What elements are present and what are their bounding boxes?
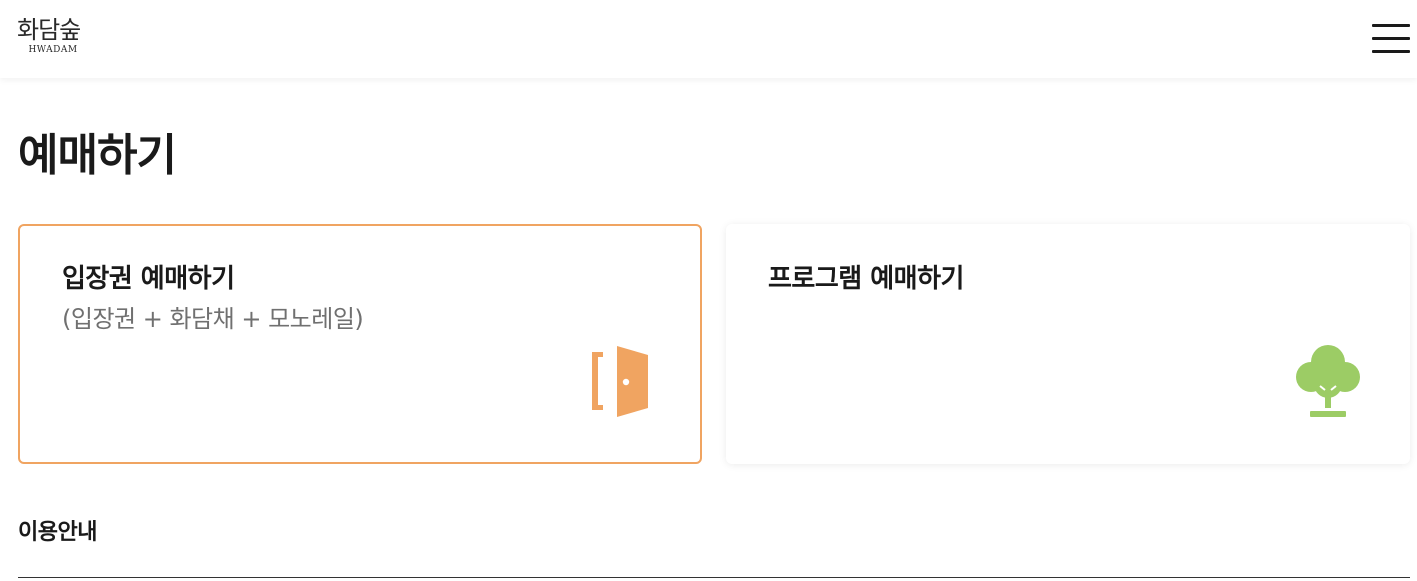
page-title: 예매하기 (18, 130, 177, 181)
program-booking-title: 프로그램 예매하기 (768, 264, 964, 294)
ticket-booking-title: 입장권 예매하기 (62, 264, 235, 294)
usage-info-title: 이용안내 (18, 520, 97, 545)
program-booking-card[interactable]: 프로그램 예매하기 (726, 224, 1410, 464)
logo-subtext: HWADAM (28, 45, 78, 55)
menu-line (1372, 50, 1410, 53)
logo-text: 화담숲 (17, 16, 81, 44)
menu-line (1372, 24, 1410, 27)
hamburger-menu-icon[interactable] (1372, 22, 1410, 56)
logo[interactable]: 화담숲 HWADAM (17, 16, 97, 56)
menu-line (1372, 37, 1410, 40)
ticket-booking-card[interactable]: 입장권 예매하기 (입장권 + 화담채 + 모노레일) (18, 224, 702, 464)
door-icon (592, 346, 648, 417)
ticket-booking-subtitle: (입장권 + 화담채 + 모노레일) (62, 305, 364, 333)
site-header: 화담숲 HWADAM (0, 0, 1417, 78)
tree-icon (1296, 345, 1360, 417)
section-divider (18, 577, 1410, 578)
